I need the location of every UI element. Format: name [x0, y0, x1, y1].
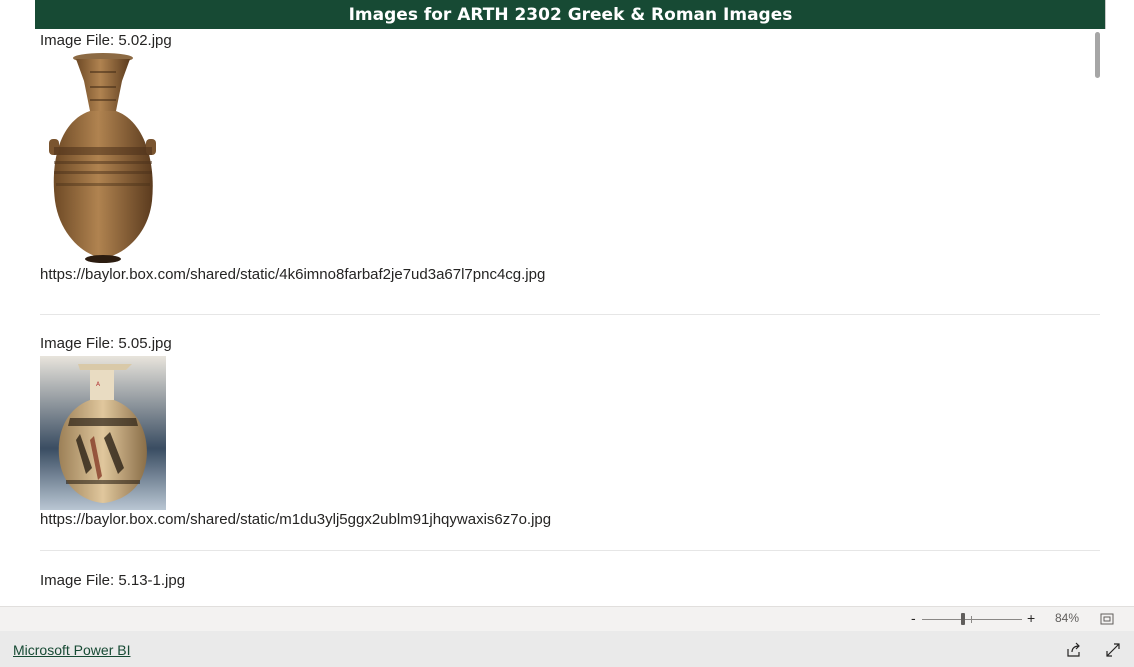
image-table-visual[interactable]: Image File: 5.02.jpg https://baylor.box.…: [35, 29, 1106, 606]
report-title: Images for ARTH 2302 Greek & Roman Image…: [35, 0, 1106, 29]
zoom-out-button[interactable]: -: [911, 610, 916, 626]
zoom-slider-tick: [971, 616, 972, 623]
zoom-bar: - + 84%: [0, 606, 1134, 631]
image-url: https://baylor.box.com/shared/static/4k6…: [40, 266, 546, 283]
amphora-image: [40, 51, 1100, 265]
hydria-image: A: [40, 356, 1100, 510]
powerbi-bottom-bar: Microsoft Power BI: [0, 631, 1134, 667]
title-edge-line: [1105, 0, 1106, 29]
fit-to-page-icon[interactable]: [1100, 612, 1114, 626]
expand-icon[interactable]: [1105, 642, 1121, 658]
zoom-slider-track[interactable]: [922, 619, 1022, 620]
microsoft-power-bi-link[interactable]: Microsoft Power BI: [13, 642, 130, 658]
image-file-label: Image File: 5.02.jpg: [40, 32, 172, 49]
image-file-label: Image File: 5.13-1.jpg: [40, 572, 186, 589]
zoom-slider-thumb[interactable]: [961, 613, 965, 625]
share-icon[interactable]: [1066, 642, 1082, 658]
list-item: Image File: 5.05.jpg A https://baylor.bo…: [40, 334, 1100, 530]
list-item: Image File: 5.13-1.jpg: [40, 571, 1100, 591]
image-url: https://baylor.box.com/shared/static/m1d…: [40, 511, 552, 528]
row-divider: [40, 314, 1100, 315]
row-divider: [40, 550, 1100, 551]
amphora-image-graphic: [49, 53, 156, 263]
image-file-label: Image File: 5.05.jpg: [40, 335, 172, 352]
zoom-percentage: 84%: [1055, 611, 1080, 625]
vertical-scrollbar[interactable]: [1095, 32, 1100, 78]
zoom-in-button[interactable]: +: [1027, 610, 1035, 626]
list-item: Image File: 5.02.jpg https://baylor.box.…: [40, 31, 1100, 285]
hydria-image-graphic: A: [40, 356, 166, 510]
